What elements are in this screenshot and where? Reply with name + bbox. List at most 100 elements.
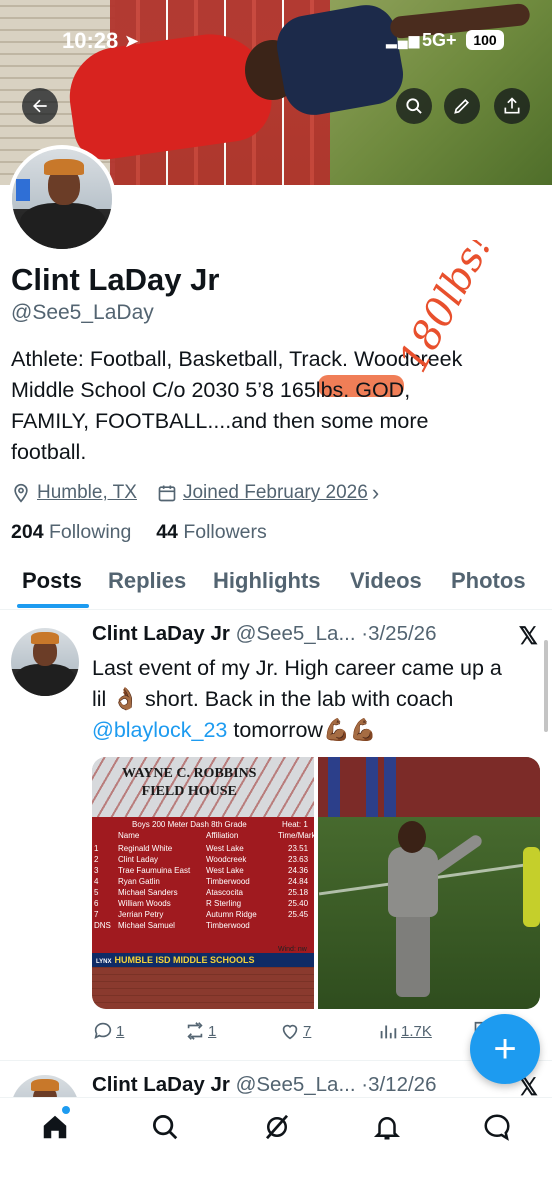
mention-link[interactable]: @blaylock_23 [92, 718, 227, 742]
tab-highlights[interactable]: Highlights [213, 568, 321, 594]
tweet-date[interactable]: ·3/25/26 [361, 622, 436, 645]
board-cell-time: 23.63 [288, 855, 309, 864]
following-count: 204 [11, 521, 44, 543]
followers-link[interactable]: 44 Followers [156, 521, 267, 543]
tweet-image-scoreboard[interactable]: WAYNE C. ROBBINS FIELD HOUSE Boys 200 Me… [92, 757, 314, 1009]
board-cell-name: Michael Sanders [118, 888, 178, 897]
tweet-header: Clint LaDay Jr @See5_La... ·3/12/26 [92, 1073, 436, 1097]
board-row: 1 Reginald White West Lake 23.51 [92, 843, 314, 854]
tweet-author-name[interactable]: Clint LaDay Jr [92, 1073, 230, 1096]
tweet-author-handle[interactable]: @See5_La... [236, 622, 356, 645]
avatar-bg-detail [16, 179, 30, 201]
photo-athlete-head [398, 821, 426, 853]
bio-line: FAMILY, FOOTBALL....and then some more [11, 409, 429, 433]
battery-icon: 100 [466, 30, 504, 50]
views-button[interactable]: 1.7K [377, 1020, 432, 1042]
nav-grok[interactable] [262, 1112, 292, 1142]
reply-icon [94, 1022, 112, 1039]
compose-button[interactable]: + [470, 1014, 540, 1084]
board-cell-affil: Timberwood [206, 877, 250, 886]
board-cell-name: Michael Samuel [118, 921, 175, 930]
tweet-actions: 1 1 7 1.7K [92, 1020, 532, 1050]
back-button[interactable] [22, 88, 58, 124]
tab-photos[interactable]: Photos [451, 568, 526, 594]
nav-search[interactable] [150, 1112, 180, 1142]
board-cell-name: Trae Faumuina East [118, 866, 191, 875]
reply-button[interactable]: 1 [92, 1020, 124, 1042]
board-wind: Wind: nw [278, 946, 307, 953]
nav-messages[interactable] [482, 1112, 512, 1142]
network-label: 5G+ [422, 30, 457, 50]
tweet-avatar[interactable] [11, 628, 79, 696]
board-cell-place: 1 [94, 844, 99, 853]
board-cell-time: 23.51 [288, 844, 309, 853]
tweet-line: Last event of my Jr. High career came up… [92, 656, 502, 680]
scrollbar[interactable] [544, 640, 548, 732]
repost-button[interactable]: 1 [184, 1020, 216, 1042]
tab-posts[interactable]: Posts [22, 568, 82, 594]
like-button[interactable]: 7 [279, 1020, 311, 1042]
grok-icon [265, 1114, 289, 1140]
handwritten-annotation: 180lbs! [392, 240, 502, 380]
status-time: 10:28 [62, 28, 119, 53]
search-icon [406, 98, 422, 114]
tab-replies[interactable]: Replies [108, 568, 186, 594]
board-footer: LYNX HUMBLE ISD MIDDLE SCHOOLS [92, 953, 314, 967]
share-button[interactable] [494, 88, 530, 124]
board-col-name: Name [118, 831, 140, 840]
board-cell-affil: West Lake [206, 866, 244, 875]
nav-notifications[interactable] [372, 1112, 402, 1142]
reply-count: 1 [116, 1022, 125, 1040]
board-col-time: Time/Mark [278, 831, 314, 840]
board-col-affil: Affiliation [206, 831, 239, 840]
board-cell-place: 5 [94, 888, 99, 897]
board-cell-time: 25.18 [288, 888, 309, 897]
tweet-text: Last event of my Jr. High career came up… [92, 653, 542, 746]
annotation-text: 180lbs! [392, 240, 502, 380]
profile-avatar[interactable] [8, 145, 116, 253]
board-row: DNS Michael Samuel Timberwood [92, 920, 314, 931]
tweet-date[interactable]: ·3/12/26 [361, 1073, 436, 1096]
board-cell-place: 7 [94, 910, 99, 919]
views-icon [380, 1025, 397, 1039]
nav-home[interactable] [40, 1112, 70, 1142]
edit-button[interactable] [444, 88, 480, 124]
avatar-photo [12, 149, 112, 249]
board-row: 6 William Woods R Sterling 25.40 [92, 898, 314, 909]
board-cell-time: 25.40 [288, 899, 309, 908]
followers-label: Followers [183, 521, 267, 543]
active-tab-indicator [17, 604, 89, 608]
board-footer-brand: LYNX [96, 959, 112, 965]
like-count: 7 [303, 1022, 312, 1040]
tweet-author-name[interactable]: Clint LaDay Jr [92, 622, 230, 645]
chevron-right-icon[interactable]: › [372, 480, 379, 506]
board-row: 4 Ryan Gatlin Timberwood 24.84 [92, 876, 314, 887]
board-cell-affil: Woodcreek [206, 855, 247, 864]
tweet-line: @blaylock_23 tomorrow💪🏾💪🏾 [92, 715, 542, 746]
board-cell-name: Ryan Gatlin [118, 877, 160, 886]
tweet-author-handle[interactable]: @See5_La... [236, 1073, 356, 1096]
avatar-hair [44, 159, 84, 175]
board-heat: Heat: 1 [282, 820, 308, 829]
home-notification-dot [62, 1106, 70, 1114]
board-cell-place: DNS [94, 921, 111, 930]
tab-videos[interactable]: Videos [350, 568, 422, 594]
location-link[interactable]: Humble, TX [37, 482, 137, 504]
joined-link[interactable]: Joined February 2026 [183, 482, 368, 504]
tweet-line-rest: tomorrow💪🏾💪🏾 [227, 718, 377, 742]
following-link[interactable]: 204 Following [11, 521, 131, 543]
tweet-line: lil 👌🏾 short. Back in the lab with coach [92, 687, 454, 711]
bottom-nav [0, 1097, 552, 1200]
profile-handle: @See5_LaDay [11, 301, 154, 324]
followers-count: 44 [156, 521, 178, 543]
location-arrow-icon: ➤ [124, 31, 140, 51]
fieldhouse-title-line: WAYNE C. ROBBINS [122, 766, 257, 781]
repost-icon [187, 1022, 203, 1040]
board-header-row: Name Affiliation Time/Mark [92, 830, 314, 841]
search-button[interactable] [396, 88, 432, 124]
messages-icon [484, 1114, 510, 1141]
fieldhouse-title: WAYNE C. ROBBINS FIELD HOUSE [122, 765, 256, 801]
tweet-image-athlete[interactable] [318, 757, 540, 1009]
bell-icon [373, 1117, 401, 1140]
avatar-hair [31, 632, 59, 644]
